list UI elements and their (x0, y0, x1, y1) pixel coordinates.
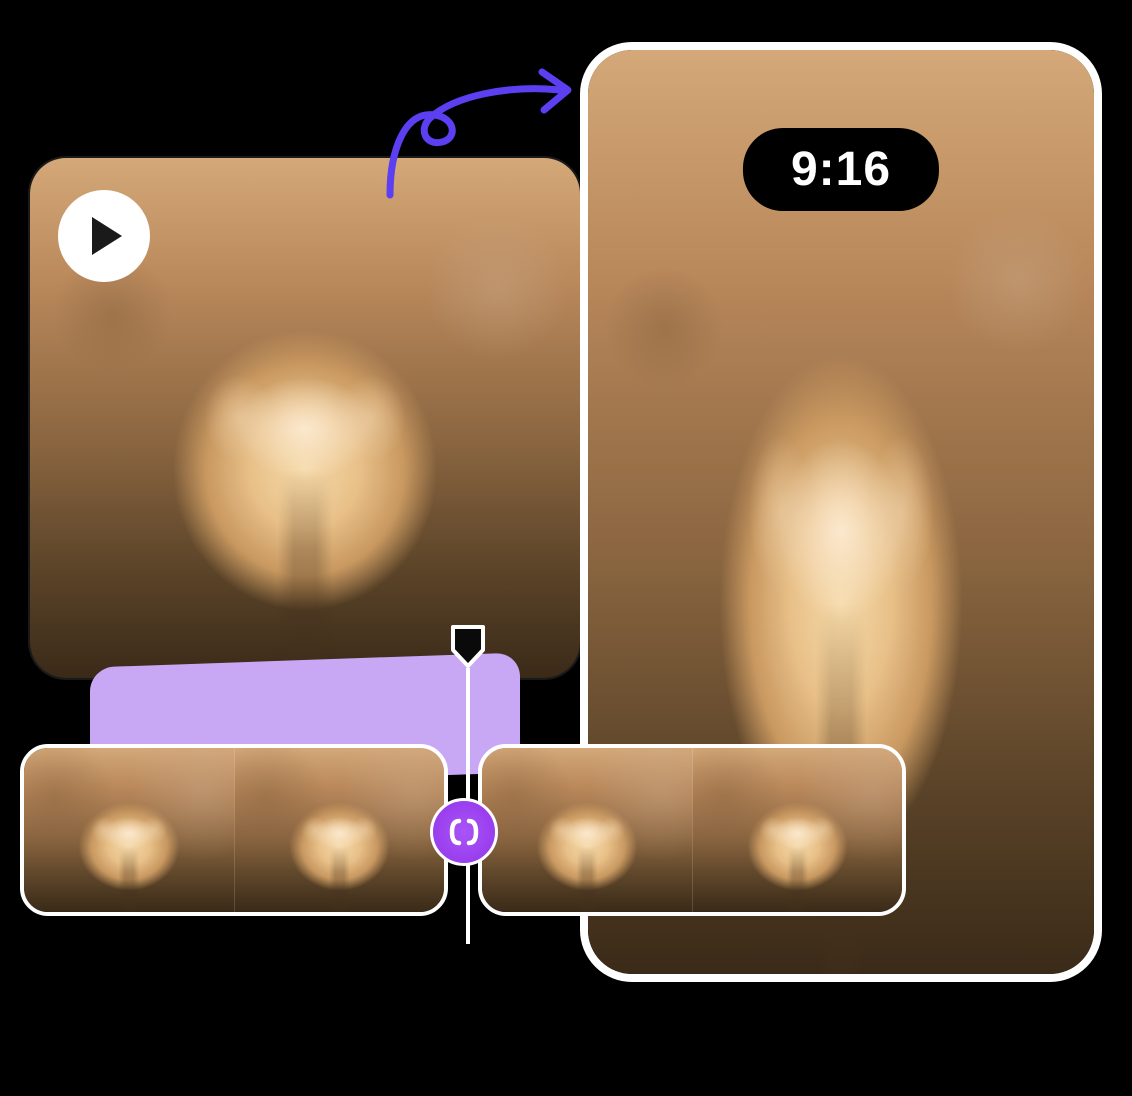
split-clip-button[interactable] (430, 798, 498, 866)
clip-frame (234, 748, 444, 912)
playhead-icon (450, 624, 486, 668)
play-button[interactable] (58, 190, 150, 282)
aspect-ratio-badge: 9:16 (743, 128, 939, 211)
clip-group[interactable] (20, 744, 448, 916)
curly-arrow-right-icon (370, 60, 580, 200)
play-icon (88, 215, 126, 257)
timeline-playhead[interactable] (448, 624, 488, 944)
split-clip-icon (447, 817, 481, 847)
clip-frame (482, 748, 692, 912)
clip-frame (24, 748, 234, 912)
clip-group[interactable] (478, 744, 906, 916)
clip-frame (692, 748, 902, 912)
